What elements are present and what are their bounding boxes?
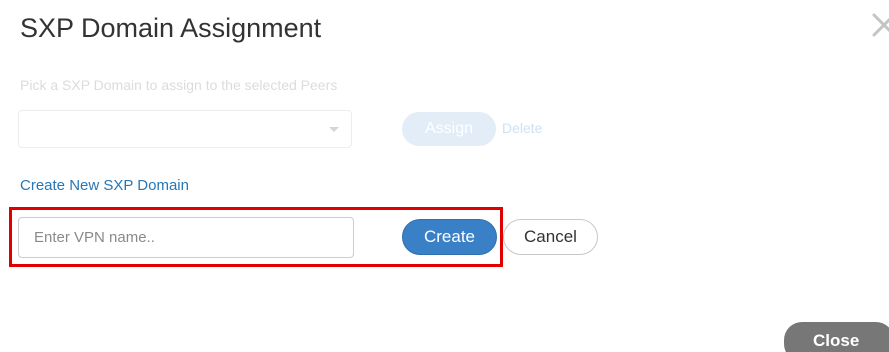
close-button[interactable]: Close [784,322,889,352]
close-icon[interactable] [868,4,889,44]
assign-instruction: Pick a SXP Domain to assign to the selec… [20,77,338,93]
vpn-name-input[interactable] [18,217,354,258]
create-button[interactable]: Create [402,219,497,255]
create-new-sxp-domain-link[interactable]: Create New SXP Domain [20,177,189,194]
sxp-domain-assignment-dialog: SXP Domain Assignment Pick a SXP Domain … [0,0,889,352]
assign-button[interactable]: Assign [402,112,496,146]
chevron-down-icon [329,127,339,132]
sxp-domain-select[interactable] [18,110,352,148]
delete-link[interactable]: Delete [502,120,542,136]
cancel-button[interactable]: Cancel [503,219,598,255]
dialog-title: SXP Domain Assignment [20,13,322,43]
